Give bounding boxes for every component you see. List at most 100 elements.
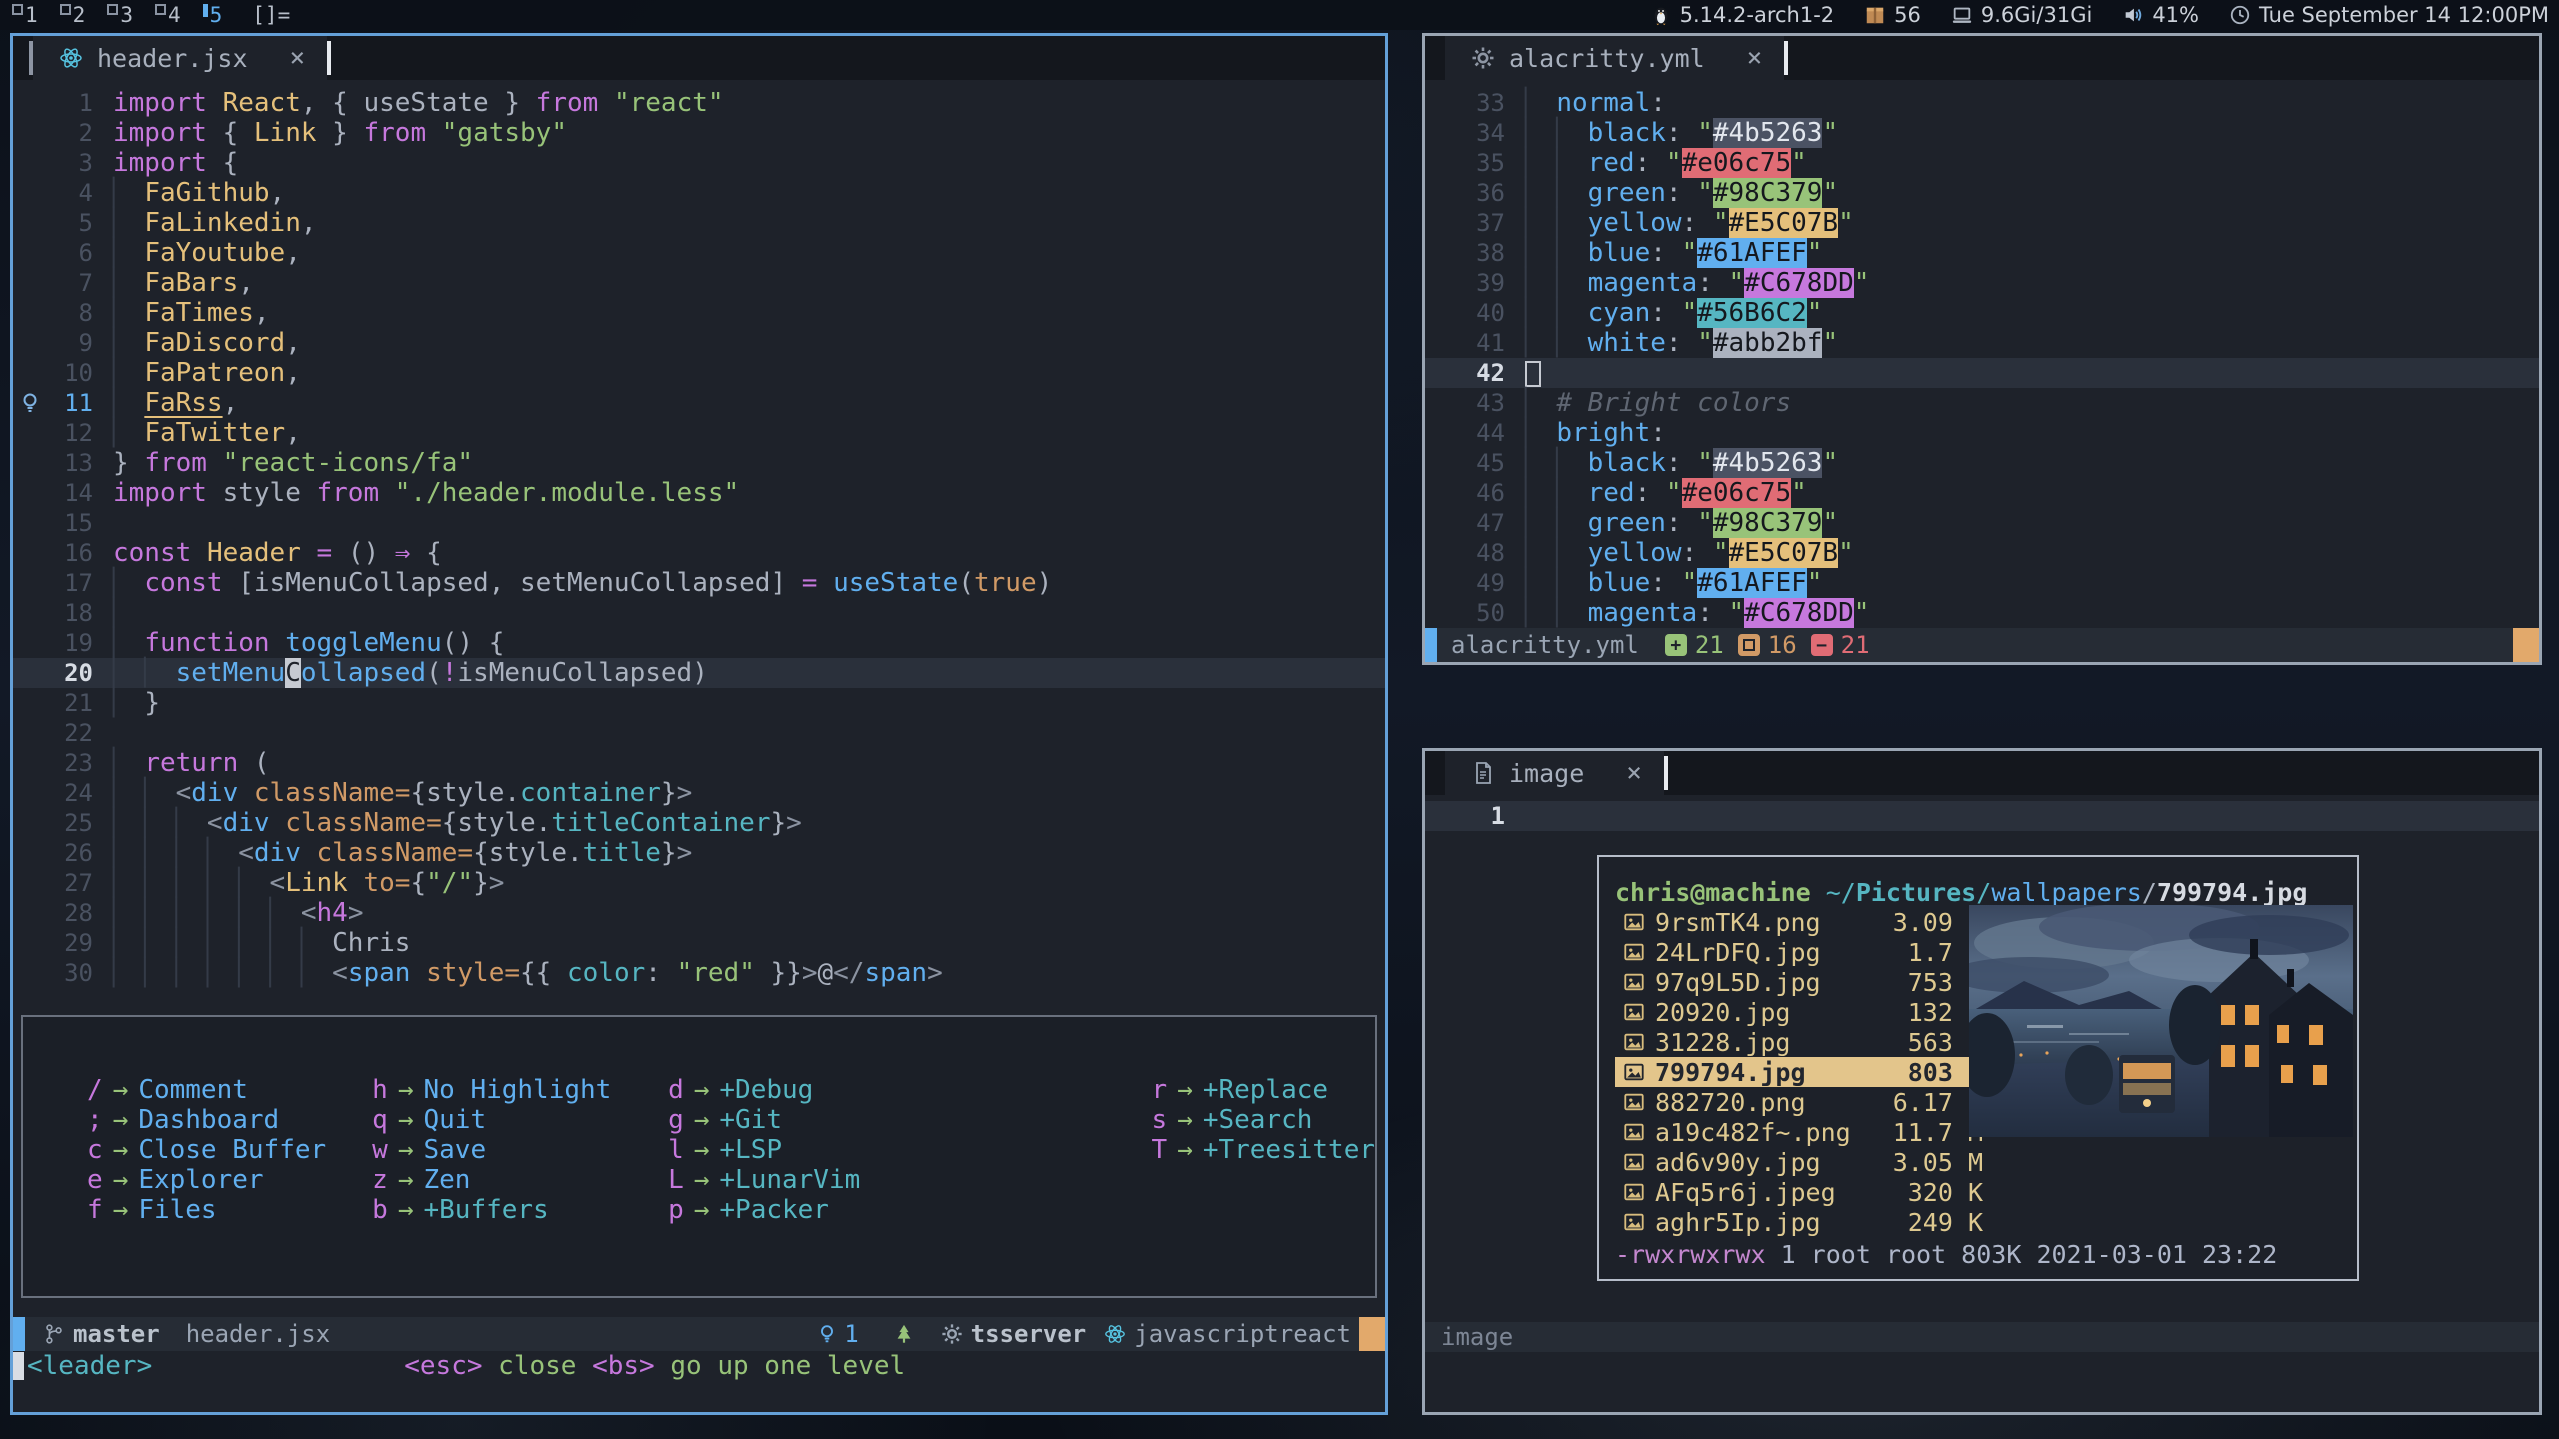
code-line[interactable]: 29▏ ▏ ▏ ▏ ▏ ▏ ▏ Chris bbox=[13, 928, 1385, 958]
code-line[interactable]: 26▏ ▏ ▏ ▏ <div className={style.title}> bbox=[13, 838, 1385, 868]
file-row[interactable]: 24LrDFQ.jpg1.7 M bbox=[1615, 937, 1983, 967]
code-line[interactable]: 20▏ ▏ setMenuCollapsed(!isMenuCollapsed) bbox=[13, 658, 1385, 688]
file-name: AFq5r6j.jpeg bbox=[1655, 1178, 1908, 1207]
whichkey-binding-save[interactable]: w→Save bbox=[372, 1135, 668, 1165]
code-line[interactable]: 49▏ ▏ blue: "#61AFEF" bbox=[1425, 568, 2539, 598]
code-line[interactable]: 33▏ normal: bbox=[1425, 88, 2539, 118]
workspace-3[interactable]: 3 bbox=[103, 1, 137, 29]
code-line[interactable]: 38▏ ▏ blue: "#61AFEF" bbox=[1425, 238, 2539, 268]
code-line[interactable]: 1 bbox=[1425, 801, 2539, 831]
code-line[interactable]: 34▏ ▏ black: "#4b5263" bbox=[1425, 118, 2539, 148]
code-line[interactable]: 45▏ ▏ black: "#4b5263" bbox=[1425, 448, 2539, 478]
line-number: 5 bbox=[47, 209, 93, 237]
whichkey-binding-dashboard[interactable]: ;→Dashboard bbox=[87, 1105, 372, 1135]
tab-header-jsx[interactable]: header.jsx × bbox=[33, 36, 327, 80]
whichkey-binding--treesitter[interactable]: T→+Treesitter bbox=[1152, 1135, 1376, 1165]
code-line[interactable]: 42 bbox=[1425, 358, 2539, 388]
code-line[interactable]: 22 bbox=[13, 718, 1385, 748]
line-number: 37 bbox=[1459, 209, 1505, 237]
code-line[interactable]: 14import style from "./header.module.les… bbox=[13, 478, 1385, 508]
code-line[interactable]: 1import React, { useState } from "react" bbox=[13, 88, 1385, 118]
code-line[interactable]: 47▏ ▏ green: "#98C379" bbox=[1425, 508, 2539, 538]
code-line[interactable]: 17▏ const [isMenuCollapsed, setMenuColla… bbox=[13, 568, 1385, 598]
code-editor[interactable]: 33▏ normal:34▏ ▏ black: "#4b5263"35▏ ▏ r… bbox=[1425, 80, 2539, 628]
code-line[interactable]: 48▏ ▏ yellow: "#E5C07B" bbox=[1425, 538, 2539, 568]
whichkey-binding--debug[interactable]: d→+Debug bbox=[668, 1075, 1151, 1105]
code-line[interactable]: 12▏ FaTwitter, bbox=[13, 418, 1385, 448]
code-editor[interactable]: 1import React, { useState } from "react"… bbox=[13, 80, 1385, 988]
whichkey-binding--replace[interactable]: r→+Replace bbox=[1152, 1075, 1376, 1105]
code-line[interactable]: 35▏ ▏ red: "#e06c75" bbox=[1425, 148, 2539, 178]
code-line[interactable]: 15 bbox=[13, 508, 1385, 538]
code-text: ▏ ▏ setMenuCollapsed(!isMenuCollapsed) bbox=[113, 658, 708, 688]
code-line[interactable]: 46▏ ▏ red: "#e06c75" bbox=[1425, 478, 2539, 508]
file-row[interactable]: ad6v90y.jpg3.05 M bbox=[1615, 1147, 1983, 1177]
whichkey-binding--lunarvim[interactable]: L→+LunarVim bbox=[668, 1165, 1151, 1195]
code-line[interactable]: 25▏ ▏ ▏ <div className={style.titleConta… bbox=[13, 808, 1385, 838]
whichkey-binding-close-buffer[interactable]: c→Close Buffer bbox=[87, 1135, 372, 1165]
code-line[interactable]: 16const Header = () ⇒ { bbox=[13, 538, 1385, 568]
code-line[interactable]: 44▏ bright: bbox=[1425, 418, 2539, 448]
whichkey-binding-quit[interactable]: q→Quit bbox=[372, 1105, 668, 1135]
code-line[interactable]: 37▏ ▏ yellow: "#E5C07B" bbox=[1425, 208, 2539, 238]
code-line[interactable]: 19▏ function toggleMenu() { bbox=[13, 628, 1385, 658]
code-line[interactable]: 2import { Link } from "gatsby" bbox=[13, 118, 1385, 148]
code-line[interactable]: 27▏ ▏ ▏ ▏ ▏ <Link to={"/"}> bbox=[13, 868, 1385, 898]
close-icon[interactable]: × bbox=[1747, 43, 1763, 73]
code-line[interactable]: 41▏ ▏ white: "#abb2bf" bbox=[1425, 328, 2539, 358]
whichkey-binding--packer[interactable]: p→+Packer bbox=[668, 1195, 1151, 1225]
code-line[interactable]: 24▏ ▏ <div className={style.container}> bbox=[13, 778, 1385, 808]
code-line[interactable]: 50▏ ▏ magenta: "#C678DD" bbox=[1425, 598, 2539, 628]
code-line[interactable]: 11▏ FaRss, bbox=[13, 388, 1385, 418]
workspace-5[interactable]: 5 bbox=[199, 1, 227, 29]
file-row[interactable]: 20920.jpg132 K bbox=[1615, 997, 1983, 1027]
file-row[interactable]: AFq5r6j.jpeg320 K bbox=[1615, 1177, 1983, 1207]
code-text: ▏ # Bright colors bbox=[1525, 388, 1791, 418]
whichkey-key: r bbox=[1152, 1075, 1168, 1105]
code-line[interactable]: 6▏ FaYoutube, bbox=[13, 238, 1385, 268]
code-line[interactable]: 21▏ } bbox=[13, 688, 1385, 718]
code-line[interactable]: 23▏ return ( bbox=[13, 748, 1385, 778]
whichkey-binding-no-highlight[interactable]: h→No Highlight bbox=[372, 1075, 668, 1105]
code-line[interactable]: 4▏ FaGithub, bbox=[13, 178, 1385, 208]
whichkey-binding-files[interactable]: f→Files bbox=[87, 1195, 372, 1225]
whichkey-binding--buffers[interactable]: b→+Buffers bbox=[372, 1195, 668, 1225]
code-line[interactable]: 28▏ ▏ ▏ ▏ ▏ ▏ <h4> bbox=[13, 898, 1385, 928]
line-number: 33 bbox=[1459, 89, 1505, 117]
code-text: ▏ ▏ red: "#e06c75" bbox=[1525, 148, 1807, 178]
workspace-4[interactable]: 4 bbox=[151, 1, 185, 29]
code-line[interactable]: 7▏ FaBars, bbox=[13, 268, 1385, 298]
buffer-area[interactable]: 1 bbox=[1425, 795, 2539, 831]
workspace-2[interactable]: 2 bbox=[56, 1, 90, 29]
whichkey-binding-zen[interactable]: z→Zen bbox=[372, 1165, 668, 1195]
file-row[interactable]: 31228.jpg563 K bbox=[1615, 1027, 1983, 1057]
close-icon[interactable]: × bbox=[290, 43, 306, 73]
whichkey-binding--git[interactable]: g→+Git bbox=[668, 1105, 1151, 1135]
code-line[interactable]: 40▏ ▏ cyan: "#56B6C2" bbox=[1425, 298, 2539, 328]
code-line[interactable]: 39▏ ▏ magenta: "#C678DD" bbox=[1425, 268, 2539, 298]
close-icon[interactable]: × bbox=[1626, 758, 1642, 788]
code-line[interactable]: 13} from "react-icons/fa" bbox=[13, 448, 1385, 478]
file-row[interactable]: 882720.png6.17 M bbox=[1615, 1087, 1983, 1117]
code-line[interactable]: 5▏ FaLinkedin, bbox=[13, 208, 1385, 238]
file-row[interactable]: 799794.jpg803 K bbox=[1615, 1057, 1983, 1087]
whichkey-binding--search[interactable]: s→+Search bbox=[1152, 1105, 1376, 1135]
code-line[interactable]: 9▏ FaDiscord, bbox=[13, 328, 1385, 358]
whichkey-binding-comment[interactable]: /→Comment bbox=[87, 1075, 372, 1105]
file-row[interactable]: 97q9L5D.jpg753 K bbox=[1615, 967, 1983, 997]
code-line[interactable]: 18▏ bbox=[13, 598, 1385, 628]
code-line[interactable]: 8▏ FaTimes, bbox=[13, 298, 1385, 328]
tab-alacritty-yml[interactable]: alacritty.yml × bbox=[1445, 36, 1784, 80]
code-line[interactable]: 30▏ ▏ ▏ ▏ ▏ ▏ ▏ <span style={{ color: "r… bbox=[13, 958, 1385, 988]
tab-image[interactable]: image × bbox=[1445, 751, 1664, 795]
file-row[interactable]: aghr5Ip.jpg249 K bbox=[1615, 1207, 1983, 1237]
file-row[interactable]: 9rsmTK4.png3.09 M bbox=[1615, 907, 1983, 937]
code-line[interactable]: 36▏ ▏ green: "#98C379" bbox=[1425, 178, 2539, 208]
workspace-1[interactable]: 1 bbox=[8, 1, 42, 29]
code-line[interactable]: 3import { bbox=[13, 148, 1385, 178]
file-row[interactable]: a19c482f~.png11.7 M bbox=[1615, 1117, 1983, 1147]
code-line[interactable]: 43▏ # Bright colors bbox=[1425, 388, 2539, 418]
code-line[interactable]: 10▏ FaPatreon, bbox=[13, 358, 1385, 388]
whichkey-binding--lsp[interactable]: l→+LSP bbox=[668, 1135, 1151, 1165]
whichkey-binding-explorer[interactable]: e→Explorer bbox=[87, 1165, 372, 1195]
